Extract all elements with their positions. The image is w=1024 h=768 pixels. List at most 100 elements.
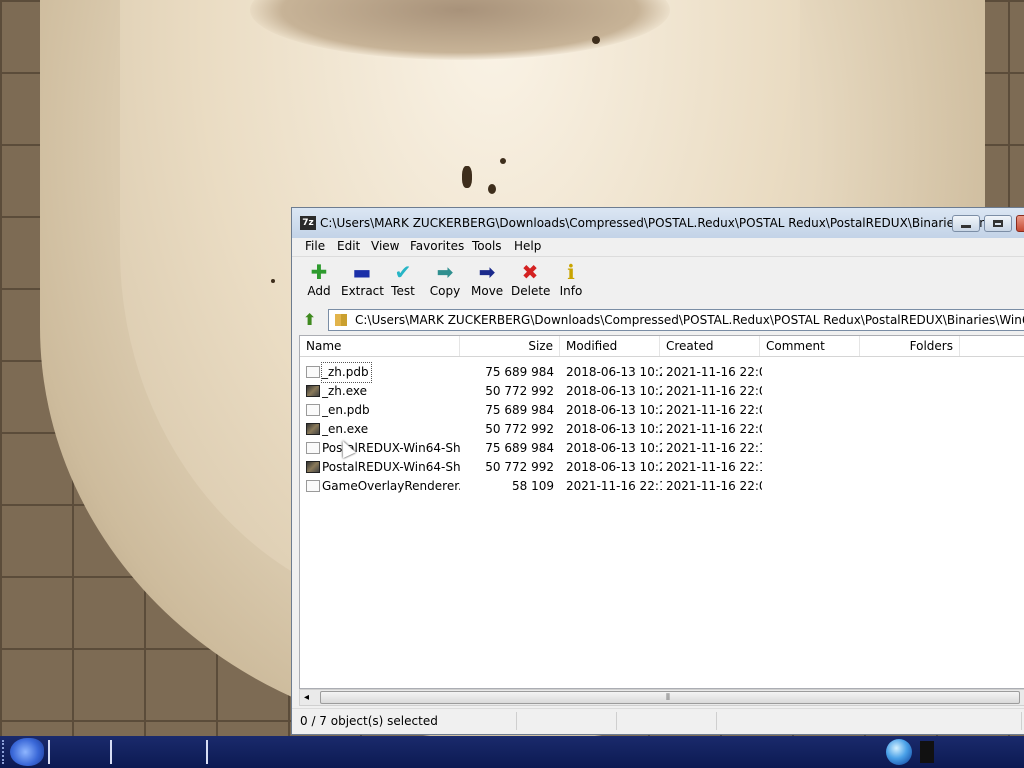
- stain: [500, 158, 506, 164]
- menu-tools[interactable]: Tools: [472, 239, 502, 253]
- scroll-thumb[interactable]: ⦀: [320, 691, 1020, 704]
- maximize-icon: [993, 220, 1003, 227]
- status-modified: [717, 712, 1022, 730]
- document-file-icon: [306, 442, 320, 454]
- tray-icon[interactable]: [920, 741, 934, 763]
- file-created: 2021-11-16 22:10: [666, 460, 762, 474]
- taskbar-separator: [110, 740, 112, 764]
- grip-icon: ⦀: [666, 693, 670, 703]
- copy-button[interactable]: ➡ Copy: [429, 261, 461, 298]
- file-size: 58 109: [512, 479, 554, 493]
- file-modified: 2018-06-13 10:20: [566, 403, 662, 417]
- menu-bar: File Edit View Favorites Tools Help: [292, 238, 1024, 257]
- taskbar-grip[interactable]: [2, 740, 8, 764]
- minimize-icon: [961, 225, 971, 228]
- file-row[interactable]: PostalREDUX-Win64-Shi... 50 772 992 2018-0…: [300, 458, 1024, 477]
- menu-edit[interactable]: Edit: [337, 239, 360, 253]
- taskbar-separator: [48, 740, 50, 764]
- file-created: 2021-11-16 22:10: [666, 441, 762, 455]
- add-label: Add: [307, 284, 331, 298]
- file-name: _zh.exe: [322, 384, 368, 398]
- document-file-icon: [306, 480, 320, 492]
- move-icon: ➡: [478, 260, 496, 284]
- file-name: PostalREDUX-Win64-Shi...: [322, 460, 460, 474]
- up-arrow-icon: ⬆: [303, 310, 317, 329]
- stain: [271, 279, 275, 283]
- scroll-left-icon[interactable]: ◂: [304, 690, 309, 705]
- file-created: 2021-11-16 22:07: [666, 365, 762, 379]
- address-input[interactable]: C:\Users\MARK ZUCKERBERG\Downloads\Compr…: [328, 309, 1024, 331]
- file-size: 50 772 992: [485, 460, 554, 474]
- info-label: Info: [559, 284, 583, 298]
- menu-view[interactable]: View: [371, 239, 399, 253]
- file-name: _en.exe: [322, 422, 369, 436]
- file-size: 50 772 992: [485, 384, 554, 398]
- column-name[interactable]: Name: [300, 336, 460, 356]
- file-modified: 2021-11-16 22:13: [566, 479, 662, 493]
- extract-button[interactable]: ▬ Extract: [341, 261, 384, 298]
- move-button[interactable]: ➡ Move: [471, 261, 503, 298]
- 7zip-app-icon: 7z: [300, 216, 316, 230]
- test-button[interactable]: ✔ Test: [388, 261, 418, 298]
- file-created: 2021-11-16 22:09: [666, 479, 762, 493]
- exe-file-icon: [306, 423, 320, 435]
- file-modified: 2018-06-13 10:20: [566, 441, 662, 455]
- file-row[interactable]: _zh.exe 50 772 992 2018-06-13 10:20 2021-11…: [300, 382, 1024, 401]
- taskbar-button[interactable]: [114, 740, 204, 764]
- title-bar[interactable]: 7z C:\Users\MARK ZUCKERBERG\Downloads\Co…: [292, 208, 1024, 239]
- file-row[interactable]: PostalREDUX-Win64-Shi...75 689 9842018-0…: [300, 439, 1024, 458]
- file-name: GameOverlayRenderer.l...: [322, 479, 460, 493]
- menu-favorites[interactable]: Favorites: [410, 239, 464, 253]
- window-title: C:\Users\MARK ZUCKERBERG\Downloads\Compr…: [320, 216, 1007, 230]
- up-folder-button[interactable]: ⬆: [303, 311, 321, 329]
- test-icon: ✔: [394, 260, 412, 284]
- status-bar: 0 / 7 object(s) selected: [292, 708, 1024, 733]
- file-name: _zh.pdb: [321, 362, 372, 383]
- copy-icon: ➡: [436, 260, 454, 284]
- column-modified[interactable]: Modified: [560, 336, 660, 356]
- file-list[interactable]: Name Size Modified Created Comment Folde…: [299, 335, 1024, 689]
- file-row[interactable]: _en.pdb 75 689 984 2018-06-13 10:20 2021-11…: [300, 401, 1024, 420]
- file-modified: 2018-06-13 10:20: [566, 422, 662, 436]
- stain: [462, 166, 472, 188]
- toolbar: ✚ Add ▬ Extract ✔ Test ➡ Copy ➡ Move ✖ D…: [292, 257, 1024, 309]
- delete-icon: ✖: [521, 260, 539, 284]
- address-path: C:\Users\MARK ZUCKERBERG\Downloads\Compr…: [355, 313, 1024, 327]
- column-created[interactable]: Created: [660, 336, 760, 356]
- column-comment[interactable]: Comment: [760, 336, 860, 356]
- add-icon: ✚: [310, 260, 328, 284]
- file-name: _en.pdb: [322, 403, 370, 417]
- address-bar: ⬆ C:\Users\MARK ZUCKERBERG\Downloads\Com…: [300, 309, 1024, 331]
- taskbar-button[interactable]: [210, 740, 320, 764]
- test-label: Test: [391, 284, 415, 298]
- file-size: 75 689 984: [485, 441, 554, 455]
- file-modified: 2018-06-13 10:20: [566, 384, 662, 398]
- horizontal-scrollbar[interactable]: ◂ ⦀: [299, 689, 1024, 706]
- column-folders[interactable]: Folders: [860, 336, 960, 356]
- file-row[interactable]: _en.exe 50 772 992 2018-06-13 10:20 2021-11…: [300, 420, 1024, 439]
- status-size: [517, 712, 617, 730]
- column-size[interactable]: Size: [460, 336, 560, 356]
- selection-status: 0 / 7 object(s) selected: [292, 712, 517, 730]
- file-created: 2021-11-16 22:07: [666, 384, 762, 398]
- menu-file[interactable]: File: [305, 239, 325, 253]
- minimize-button[interactable]: [952, 215, 980, 232]
- file-modified: 2018-06-13 10:20: [566, 365, 662, 379]
- file-created: 2021-11-16 22:07: [666, 422, 762, 436]
- close-button[interactable]: [1016, 215, 1024, 232]
- menu-help[interactable]: Help: [514, 239, 541, 253]
- add-button[interactable]: ✚ Add: [304, 261, 334, 298]
- network-globe-icon[interactable]: [886, 739, 912, 765]
- taskbar-button[interactable]: [52, 740, 108, 764]
- start-menu-icon[interactable]: [10, 738, 44, 766]
- list-header: Name Size Modified Created Comment Folde…: [300, 336, 1024, 357]
- 7zip-window: 7z C:\Users\MARK ZUCKERBERG\Downloads\Co…: [291, 207, 1024, 735]
- maximize-button[interactable]: [984, 215, 1012, 232]
- document-file-icon: [306, 404, 320, 416]
- delete-button[interactable]: ✖ Delete: [511, 260, 550, 298]
- file-size: 75 689 984: [485, 403, 554, 417]
- info-button[interactable]: ℹ Info: [558, 261, 584, 298]
- file-row[interactable]: _zh.pdb 75 689 984 2018-06-13 10:20 2021-11…: [300, 362, 1024, 383]
- file-row[interactable]: GameOverlayRenderer.l... 58 109 2021-11-16…: [300, 477, 1024, 496]
- file-size: 50 772 992: [485, 422, 554, 436]
